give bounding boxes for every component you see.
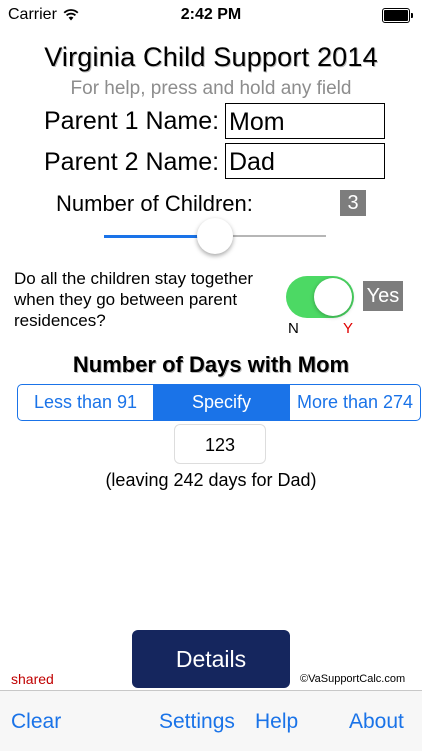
segment-specify[interactable]: Specify (153, 385, 289, 420)
parent2-label: Parent 2 Name: (44, 148, 220, 176)
about-button[interactable]: About (349, 710, 404, 734)
copyright-text: ©VaSupportCalc.com (300, 673, 406, 685)
children-label: Number of Children: (56, 191, 253, 216)
status-time: 2:42 PM (180, 6, 242, 23)
toggle-yes-label: Y (343, 320, 354, 337)
segment-less-than-91[interactable]: Less than 91 (18, 385, 153, 420)
status-bar: Carrier 2:42 PM (0, 0, 422, 30)
toggle-no-label: N (288, 320, 299, 337)
bottom-toolbar: Clear Settings Help About (0, 690, 422, 751)
battery-icon (382, 8, 413, 23)
together-toggle[interactable] (286, 276, 354, 318)
toggle-knob (314, 278, 352, 316)
app-title: Virginia Child Support 2014 (44, 42, 378, 72)
children-count-badge: 3 (340, 190, 366, 216)
help-text: For help, press and hold any field (70, 78, 352, 99)
help-button[interactable]: Help (255, 710, 298, 734)
parent1-label: Parent 1 Name: (44, 107, 220, 135)
days-segmented-control: Less than 91 Specify More than 274 (17, 384, 421, 421)
settings-button[interactable]: Settings (159, 710, 235, 734)
days-input[interactable]: 123 (174, 424, 266, 464)
leaving-days-text: (leaving 242 days for Dad) (105, 470, 317, 490)
parent1-name-field[interactable]: Mom (225, 103, 385, 139)
days-heading: Number of Days with Mom (72, 352, 350, 377)
clear-button[interactable]: Clear (11, 710, 61, 734)
parent2-name-field[interactable]: Dad (225, 143, 385, 179)
segment-more-than-274[interactable]: More than 274 (289, 385, 420, 420)
together-value-badge: Yes (363, 281, 403, 311)
children-slider-thumb[interactable] (197, 218, 233, 254)
details-button[interactable]: Details (132, 630, 290, 688)
shared-label: shared (11, 671, 54, 687)
together-question: Do all the children stay together when t… (14, 269, 254, 330)
